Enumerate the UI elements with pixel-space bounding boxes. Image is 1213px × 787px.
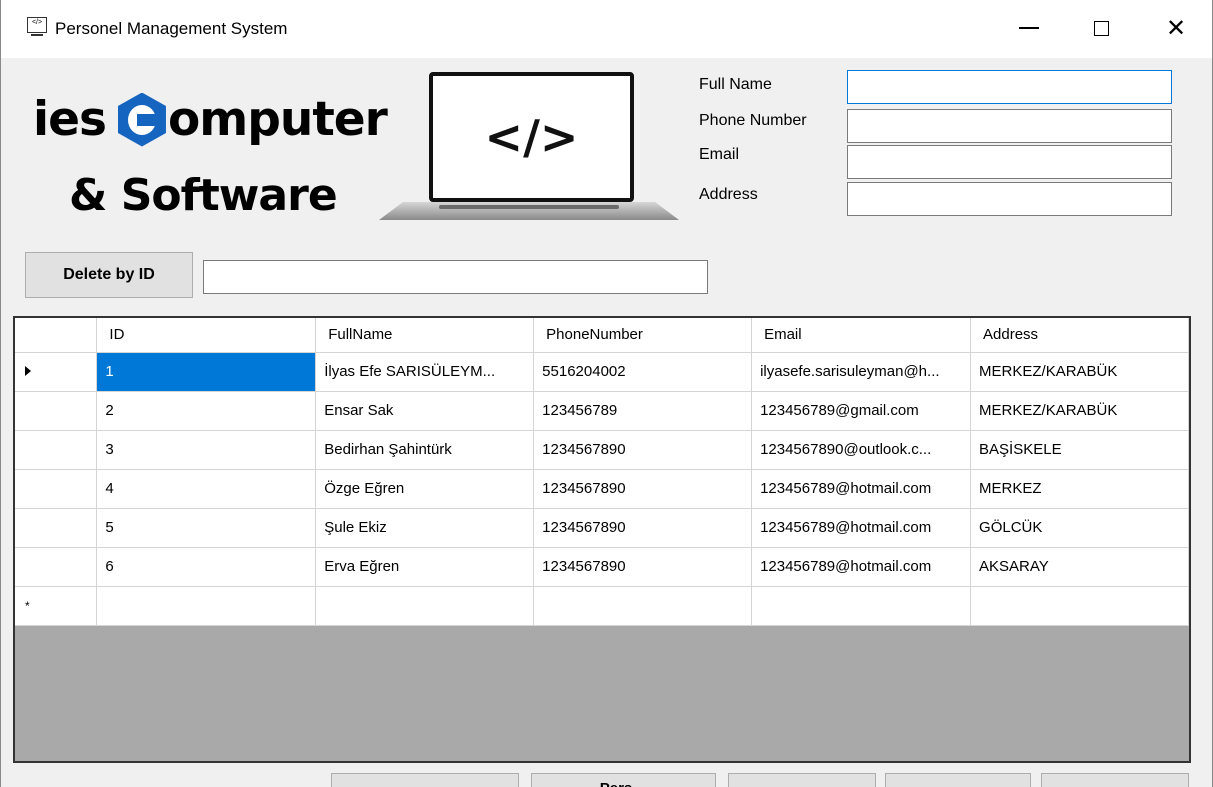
logo-line-2: & Software <box>69 170 338 221</box>
laptop-screen: </> <box>429 72 634 202</box>
new-row[interactable]: * <box>15 586 1189 626</box>
row-header-current[interactable] <box>15 352 98 392</box>
address-input[interactable] <box>847 182 1172 216</box>
personnel-data-grid[interactable]: ID FullName PhoneNumber Email Address 1 … <box>13 316 1191 763</box>
cell-fullname[interactable]: Şule Ekiz <box>315 508 535 548</box>
address-label: Address <box>699 186 758 203</box>
table-row[interactable]: 1 İlyas Efe SARISÜLEYM... 5516204002 ily… <box>15 352 1189 392</box>
window-title: Personel Management System <box>55 19 288 38</box>
new-row-header[interactable]: * <box>15 586 98 626</box>
cell-address[interactable]: GÖLCÜK <box>970 508 1189 548</box>
cell-email[interactable]: ilyasefe.sarisuleyman@h... <box>751 352 972 392</box>
cell-fullname[interactable]: Ensar Sak <box>315 391 535 431</box>
table-row[interactable]: 4 Özge Eğren 1234567890 123456789@hotmai… <box>15 469 1189 509</box>
cell-address[interactable]: BAŞİSKELE <box>970 430 1189 470</box>
app-icon: </> <box>27 17 47 36</box>
close-icon: ✕ <box>1165 14 1187 42</box>
cell-phonenumber[interactable]: 123456789 <box>533 391 753 431</box>
code-icon: </> <box>484 110 579 164</box>
title-bar: </> Personel Management System ✕ <box>1 0 1212 58</box>
cell-address[interactable]: AKSARAY <box>970 547 1189 587</box>
new-cell-id[interactable] <box>96 586 317 626</box>
new-cell-fullname[interactable] <box>315 586 535 626</box>
cell-email[interactable]: 123456789@hotmail.com <box>751 547 972 587</box>
fullname-label: Full Name <box>699 76 772 93</box>
email-label: Email <box>699 146 740 163</box>
cell-address[interactable]: MERKEZ <box>970 469 1189 509</box>
minimize-icon <box>1019 27 1039 29</box>
column-header-phonenumber[interactable]: PhoneNumber <box>533 318 753 353</box>
corner-header[interactable] <box>15 318 98 353</box>
table-row[interactable]: 3 Bedirhan Şahintürk 1234567890 12345678… <box>15 430 1189 470</box>
new-cell-address[interactable] <box>970 586 1189 626</box>
email-input[interactable] <box>847 145 1172 179</box>
minimize-button[interactable] <box>1009 8 1049 48</box>
cell-id[interactable]: 3 <box>96 430 317 470</box>
new-row-star-icon: * <box>25 599 30 613</box>
cell-email[interactable]: 123456789@hotmail.com <box>751 469 972 509</box>
bottom-button-4[interactable] <box>885 773 1031 787</box>
current-row-arrow-icon <box>25 366 31 376</box>
cell-email[interactable]: 1234567890@outlook.c... <box>751 430 972 470</box>
delete-by-id-button[interactable]: Delete by ID <box>25 252 193 298</box>
cell-email[interactable]: 123456789@gmail.com <box>751 391 972 431</box>
row-header[interactable] <box>15 391 98 431</box>
cell-id[interactable]: 1 <box>96 352 317 392</box>
row-header[interactable] <box>15 508 98 548</box>
logo-line-1: ies omputer <box>33 92 388 147</box>
cell-fullname[interactable]: İlyas Efe SARISÜLEYM... <box>315 352 535 392</box>
cell-fullname[interactable]: Bedirhan Şahintürk <box>315 430 535 470</box>
maximize-icon <box>1093 20 1109 36</box>
column-header-fullname[interactable]: FullName <box>315 318 535 353</box>
cell-address[interactable]: MERKEZ/KARABÜK <box>970 391 1189 431</box>
column-header-address[interactable]: Address <box>970 318 1189 353</box>
phone-input[interactable] <box>847 109 1172 143</box>
cell-phonenumber[interactable]: 1234567890 <box>533 469 753 509</box>
cell-id[interactable]: 5 <box>96 508 317 548</box>
cell-fullname[interactable]: Erva Eğren <box>315 547 535 587</box>
bottom-button-3[interactable] <box>728 773 876 787</box>
table-row[interactable]: 6 Erva Eğren 1234567890 123456789@hotmai… <box>15 547 1189 587</box>
fullname-input[interactable] <box>847 70 1172 104</box>
cell-fullname[interactable]: Özge Eğren <box>315 469 535 509</box>
cell-email[interactable]: 123456789@hotmail.com <box>751 508 972 548</box>
logo-word-computer: omputer <box>167 92 388 147</box>
cell-id[interactable]: 2 <box>96 391 317 431</box>
row-header[interactable] <box>15 430 98 470</box>
company-logo: ies omputer & Software <box>31 90 401 230</box>
phone-label: Phone Number <box>699 112 807 129</box>
row-header[interactable] <box>15 469 98 509</box>
cell-id[interactable]: 6 <box>96 547 317 587</box>
cell-address[interactable]: MERKEZ/KARABÜK <box>970 352 1189 392</box>
bottom-button-2[interactable]: Pers… <box>531 773 716 787</box>
maximize-button[interactable] <box>1081 8 1121 48</box>
cell-id[interactable]: 4 <box>96 469 317 509</box>
header-row: ID FullName PhoneNumber Email Address <box>15 318 1189 353</box>
logo-word-ies: ies <box>33 92 107 147</box>
row-header[interactable] <box>15 547 98 587</box>
personnel-table: ID FullName PhoneNumber Email Address 1 … <box>15 318 1189 626</box>
new-cell-email[interactable] <box>751 586 972 626</box>
laptop-picture: </> <box>379 72 679 236</box>
close-button[interactable]: ✕ <box>1156 8 1196 48</box>
new-cell-phonenumber[interactable] <box>533 586 753 626</box>
delete-id-input[interactable] <box>203 260 708 294</box>
cell-phonenumber[interactable]: 1234567890 <box>533 508 753 548</box>
table-row[interactable]: 5 Şule Ekiz 1234567890 123456789@hotmail… <box>15 508 1189 548</box>
laptop-base <box>379 202 679 220</box>
bottom-button-5[interactable] <box>1041 773 1189 787</box>
logo-c-hexagon-icon <box>117 92 166 147</box>
column-header-email[interactable]: Email <box>751 318 972 353</box>
main-window: </> Personel Management System ✕ ies omp… <box>0 0 1213 787</box>
cell-phonenumber[interactable]: 1234567890 <box>533 430 753 470</box>
column-header-id[interactable]: ID <box>96 318 317 353</box>
table-row[interactable]: 2 Ensar Sak 123456789 123456789@gmail.co… <box>15 391 1189 431</box>
bottom-button-1[interactable] <box>331 773 519 787</box>
cell-phonenumber[interactable]: 1234567890 <box>533 547 753 587</box>
cell-phonenumber[interactable]: 5516204002 <box>533 352 753 392</box>
